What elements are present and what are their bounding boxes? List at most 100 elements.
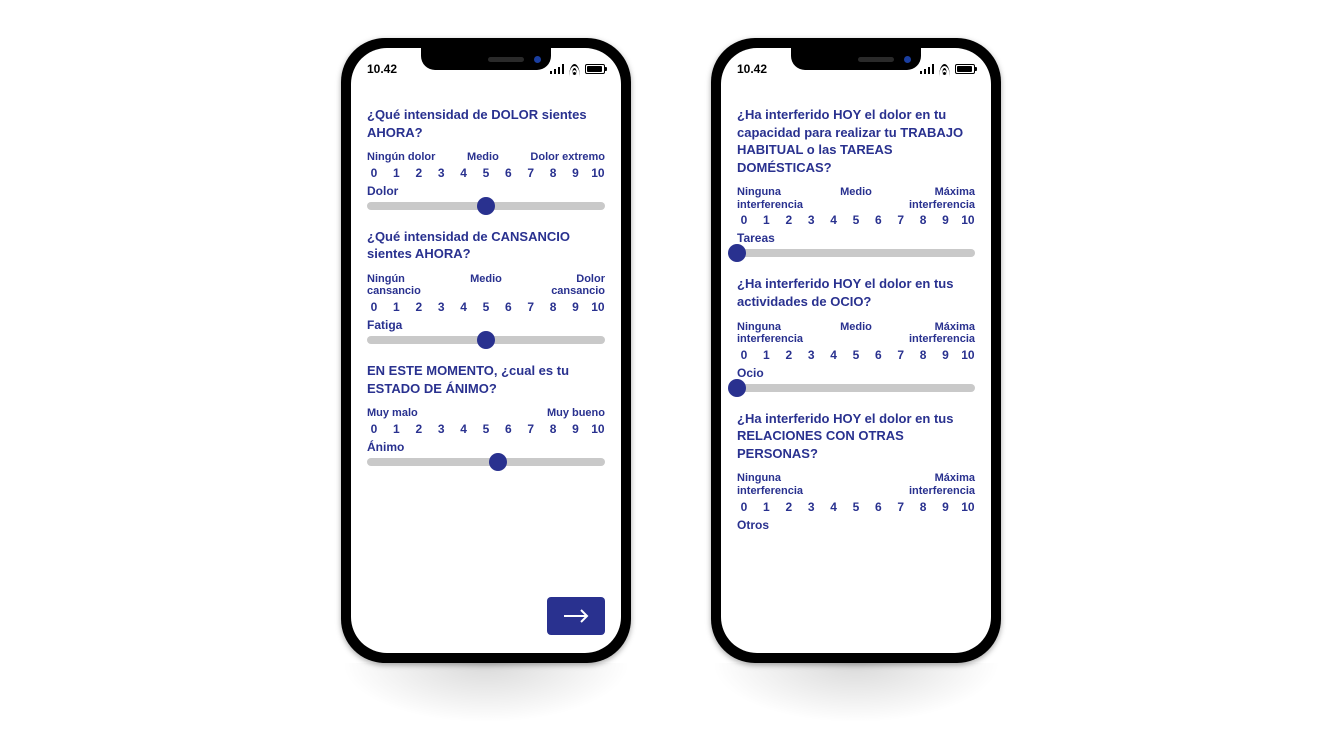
scale-tick: 9 bbox=[569, 422, 583, 436]
slider-label-leisure: Ocio bbox=[737, 366, 975, 380]
anchor-left: Ningún cansancio bbox=[367, 273, 447, 298]
scale-tick: 1 bbox=[759, 500, 773, 514]
slider-thumb[interactable] bbox=[477, 331, 495, 349]
slider-thumb[interactable] bbox=[728, 244, 746, 262]
next-button[interactable] bbox=[547, 597, 605, 635]
scale-pain: 012345678910 bbox=[367, 166, 605, 180]
screen: 10.42 ¿Qué intensidad de DOLOR sientes A… bbox=[351, 48, 621, 653]
scale-tick: 9 bbox=[939, 348, 953, 362]
question-relations: ¿Ha interferido HOY el dolor en tus RELA… bbox=[737, 410, 975, 463]
scale-tick: 1 bbox=[759, 213, 773, 227]
anchor-left: Ninguna interferencia bbox=[737, 186, 817, 211]
scale-tick: 0 bbox=[367, 166, 381, 180]
scale-tick: 8 bbox=[916, 348, 930, 362]
slider-thumb[interactable] bbox=[489, 453, 507, 471]
scale-work: 012345678910 bbox=[737, 213, 975, 227]
scale-tick: 2 bbox=[412, 422, 426, 436]
scale-tick: 6 bbox=[501, 166, 515, 180]
slider-pain[interactable] bbox=[367, 202, 605, 210]
anchor-right: Máxima interferencia bbox=[895, 472, 975, 497]
survey-content: ¿Ha interferido HOY el dolor en tu capac… bbox=[737, 82, 975, 532]
slider-thumb[interactable] bbox=[728, 379, 746, 397]
scale-tick: 10 bbox=[591, 166, 605, 180]
anchors-work: Ninguna interferencia Medio Máxima inter… bbox=[737, 186, 975, 211]
anchors-fatigue: Ningún cansancio Medio Dolor cansancio bbox=[367, 273, 605, 298]
slider-fatigue[interactable] bbox=[367, 336, 605, 344]
scale-tick: 2 bbox=[782, 500, 796, 514]
device-notch bbox=[421, 48, 551, 70]
scale-tick: 7 bbox=[524, 422, 538, 436]
scale-tick: 4 bbox=[827, 213, 841, 227]
question-work: ¿Ha interferido HOY el dolor en tu capac… bbox=[737, 106, 975, 176]
phone-mockup-left: 10.42 ¿Qué intensidad de DOLOR sientes A… bbox=[341, 38, 631, 663]
scale-tick: 5 bbox=[479, 422, 493, 436]
survey-content: ¿Qué intensidad de DOLOR sientes AHORA? … bbox=[367, 82, 605, 466]
slider-label-work: Tareas bbox=[737, 231, 975, 245]
scale-tick: 5 bbox=[849, 500, 863, 514]
scale-tick: 5 bbox=[849, 213, 863, 227]
scale-tick: 9 bbox=[939, 213, 953, 227]
scale-tick: 2 bbox=[782, 213, 796, 227]
scale-tick: 8 bbox=[916, 500, 930, 514]
scale-tick: 1 bbox=[389, 166, 403, 180]
scale-tick: 8 bbox=[546, 300, 560, 314]
scale-tick: 1 bbox=[389, 300, 403, 314]
signal-icon bbox=[550, 64, 564, 74]
screen: 10.42 ¿Ha interferido HOY el dolor en tu… bbox=[721, 48, 991, 653]
slider-label-pain: Dolor bbox=[367, 184, 605, 198]
battery-icon bbox=[955, 64, 975, 74]
scale-tick: 10 bbox=[961, 348, 975, 362]
anchor-mid: Medio bbox=[840, 321, 872, 346]
scale-tick: 2 bbox=[782, 348, 796, 362]
anchor-left: Muy malo bbox=[367, 407, 418, 420]
anchor-right: Dolor cansancio bbox=[525, 273, 605, 298]
scale-tick: 7 bbox=[894, 500, 908, 514]
wifi-icon bbox=[938, 64, 951, 74]
scale-tick: 10 bbox=[961, 500, 975, 514]
scale-tick: 5 bbox=[849, 348, 863, 362]
scale-tick: 4 bbox=[457, 166, 471, 180]
slider-mood[interactable] bbox=[367, 458, 605, 466]
scale-tick: 8 bbox=[546, 422, 560, 436]
scale-tick: 2 bbox=[412, 166, 426, 180]
scale-tick: 1 bbox=[389, 422, 403, 436]
scale-tick: 7 bbox=[524, 300, 538, 314]
status-time: 10.42 bbox=[367, 62, 397, 76]
slider-label-relations: Otros bbox=[737, 518, 975, 532]
scale-tick: 7 bbox=[894, 348, 908, 362]
arrow-right-icon bbox=[563, 609, 589, 623]
slider-thumb[interactable] bbox=[477, 197, 495, 215]
question-pain: ¿Qué intensidad de DOLOR sientes AHORA? bbox=[367, 106, 605, 141]
phone-mockup-right: 10.42 ¿Ha interferido HOY el dolor en tu… bbox=[711, 38, 1001, 663]
scale-tick: 9 bbox=[939, 500, 953, 514]
scale-tick: 10 bbox=[591, 300, 605, 314]
scale-tick: 6 bbox=[501, 422, 515, 436]
scale-tick: 8 bbox=[916, 213, 930, 227]
anchors-leisure: Ninguna interferencia Medio Máxima inter… bbox=[737, 321, 975, 346]
scale-mood: 012345678910 bbox=[367, 422, 605, 436]
anchors-pain: Ningún dolor Medio Dolor extremo bbox=[367, 151, 605, 164]
slider-work[interactable] bbox=[737, 249, 975, 257]
device-notch bbox=[791, 48, 921, 70]
scale-fatigue: 012345678910 bbox=[367, 300, 605, 314]
scale-tick: 0 bbox=[737, 213, 751, 227]
anchors-mood: Muy malo Muy bueno bbox=[367, 407, 605, 420]
anchor-right: Muy bueno bbox=[547, 407, 605, 420]
anchor-right: Máxima interferencia bbox=[895, 321, 975, 346]
question-leisure: ¿Ha interferido HOY el dolor en tus acti… bbox=[737, 275, 975, 310]
anchor-mid: Medio bbox=[840, 186, 872, 211]
signal-icon bbox=[920, 64, 934, 74]
scale-tick: 9 bbox=[569, 300, 583, 314]
anchor-left: Ninguna interferencia bbox=[737, 321, 817, 346]
scale-tick: 5 bbox=[479, 166, 493, 180]
scale-tick: 4 bbox=[827, 348, 841, 362]
slider-leisure[interactable] bbox=[737, 384, 975, 392]
scale-tick: 0 bbox=[367, 300, 381, 314]
scale-tick: 6 bbox=[871, 213, 885, 227]
scale-tick: 9 bbox=[569, 166, 583, 180]
scale-tick: 1 bbox=[759, 348, 773, 362]
scale-tick: 10 bbox=[591, 422, 605, 436]
scale-tick: 8 bbox=[546, 166, 560, 180]
scale-tick: 6 bbox=[501, 300, 515, 314]
scale-tick: 5 bbox=[479, 300, 493, 314]
